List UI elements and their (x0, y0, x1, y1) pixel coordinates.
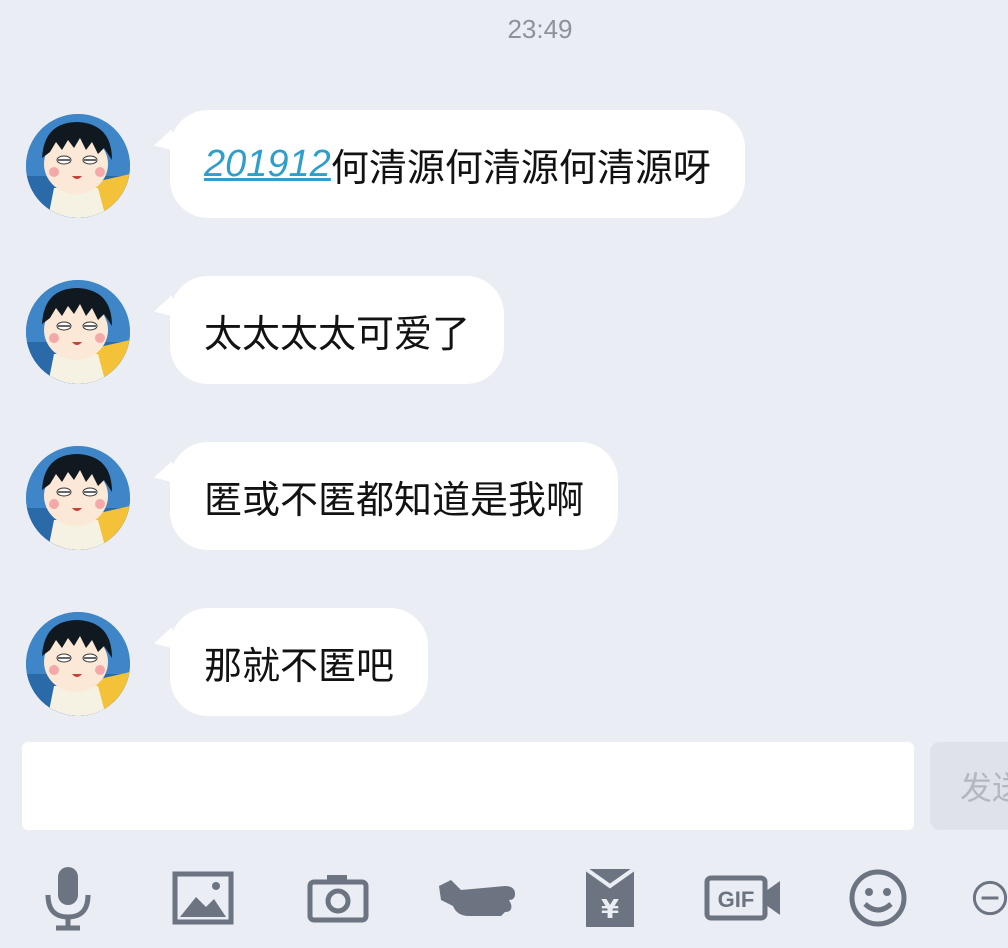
chat-message: 那就不匿吧 (0, 608, 1008, 718)
red-packet-icon[interactable]: ¥ (572, 860, 648, 936)
message-text: 匿或不匿都知道是我啊 (204, 477, 585, 522)
input-toolbar: ¥ GIF (0, 860, 1008, 940)
message-link[interactable]: 201912 (204, 143, 331, 186)
microphone-icon[interactable] (30, 860, 106, 936)
message-text: 太太太太可爱了 (204, 311, 471, 356)
camera-icon[interactable] (300, 860, 376, 936)
gif-label: GIF (718, 887, 755, 912)
message-input[interactable] (22, 742, 914, 830)
image-icon[interactable] (165, 860, 241, 936)
sender-avatar[interactable] (26, 446, 130, 550)
sender-avatar[interactable] (26, 114, 130, 218)
gif-icon[interactable]: GIF (702, 860, 786, 936)
chat-message: 匿或不匿都知道是我啊 (0, 442, 1008, 552)
cartoon-girl-icon (26, 446, 130, 550)
chat-message: 太太太太可爱了 (0, 276, 1008, 386)
send-button[interactable]: 发送 (930, 742, 1008, 830)
message-bubble[interactable]: 匿或不匿都知道是我啊 (170, 442, 619, 550)
cartoon-girl-icon (26, 612, 130, 716)
chat-message: 201912 何清源何清源何清源呀 (0, 110, 1008, 220)
emoji-icon[interactable] (840, 860, 916, 936)
add-icon[interactable] (972, 860, 1008, 936)
red-packet-label: ¥ (601, 895, 619, 925)
message-text: 那就不匿吧 (204, 643, 395, 688)
message-text: 何清源何清源何清源呀 (330, 145, 711, 190)
message-bubble[interactable]: 太太太太可爱了 (170, 276, 505, 384)
poke-hand-icon[interactable] (432, 860, 522, 936)
sender-avatar[interactable] (26, 612, 130, 716)
cartoon-girl-icon (26, 280, 130, 384)
message-bubble[interactable]: 那就不匿吧 (170, 608, 429, 716)
sender-avatar[interactable] (26, 280, 130, 384)
message-timestamp: 23:49 (507, 14, 573, 44)
cartoon-girl-icon (26, 114, 130, 218)
message-bubble[interactable]: 201912 何清源何清源何清源呀 (170, 110, 745, 218)
